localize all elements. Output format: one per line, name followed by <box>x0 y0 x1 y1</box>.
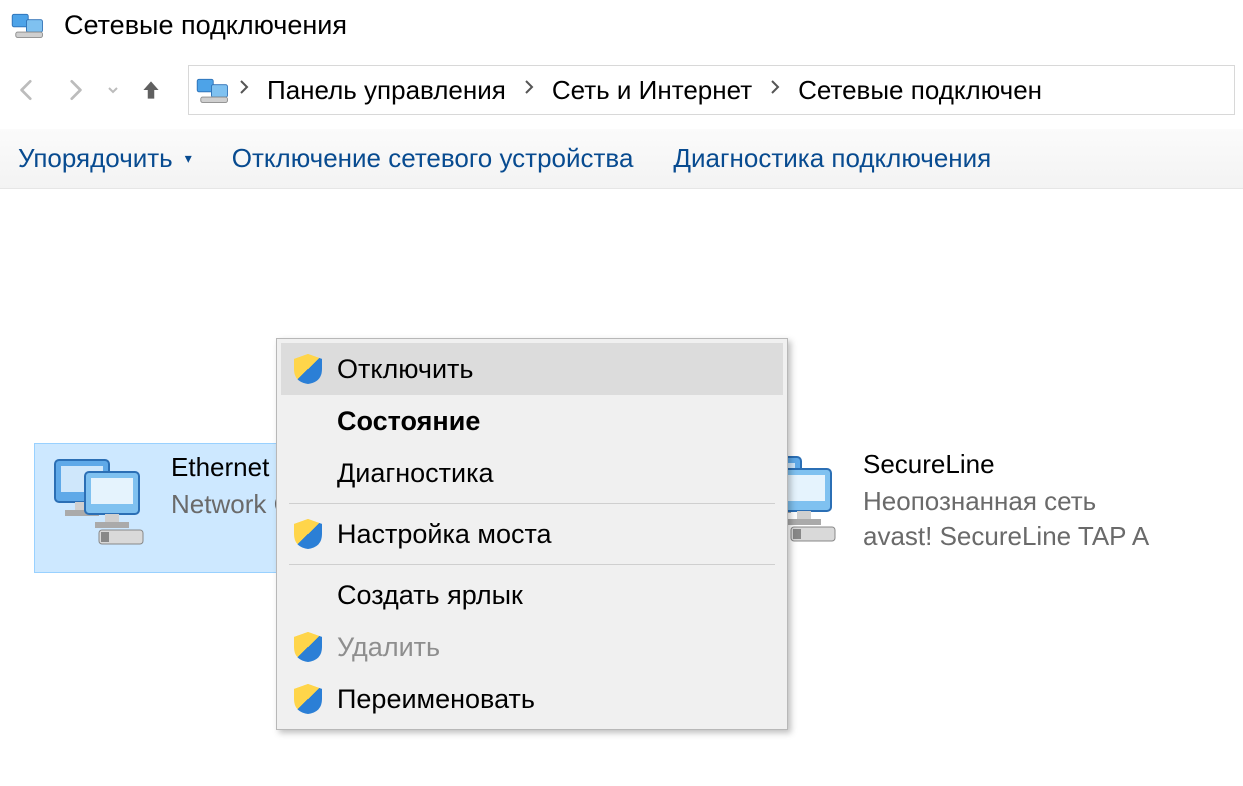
nav-history-dropdown[interactable] <box>104 71 122 109</box>
spacer-icon <box>293 406 323 436</box>
ctx-disable[interactable]: Отключить <box>281 343 783 395</box>
chevron-right-icon[interactable] <box>766 78 784 102</box>
toolbar-disable-device[interactable]: Отключение сетевого устройства <box>232 143 634 174</box>
window-title: Сетевые подключения <box>64 10 347 41</box>
ctx-label: Создать ярлык <box>337 580 523 611</box>
ctx-label: Удалить <box>337 632 440 663</box>
shield-icon <box>293 632 323 662</box>
shield-icon <box>293 519 323 549</box>
toolbar-disable-label: Отключение сетевого устройства <box>232 143 634 174</box>
spacer-icon <box>293 580 323 610</box>
nav-up-button[interactable] <box>132 71 170 109</box>
nav-row: Панель управления Сеть и Интернет Сетевы… <box>0 53 1243 129</box>
ctx-bridge[interactable]: Настройка моста <box>281 508 783 560</box>
toolbar-diagnose-label: Диагностика подключения <box>673 143 991 174</box>
ctx-delete: Удалить <box>281 621 783 673</box>
ctx-label: Переименовать <box>337 684 535 715</box>
spacer-icon <box>293 458 323 488</box>
connections-pane: Ethernet Network Connection SecureLine Н… <box>0 189 1243 205</box>
network-connections-icon <box>8 7 52 43</box>
nav-back-button[interactable] <box>8 71 46 109</box>
context-menu: Отключить Состояние Диагностика Настройк… <box>276 338 788 730</box>
chevron-right-icon[interactable] <box>520 78 538 102</box>
ctx-separator <box>289 503 775 504</box>
connection-item-secureline[interactable]: SecureLine Неопознанная сеть avast! Secu… <box>727 441 1243 571</box>
toolbar-organize-label: Упорядочить <box>18 143 173 174</box>
chevron-right-icon[interactable] <box>235 78 253 102</box>
ctx-status[interactable]: Состояние <box>281 395 783 447</box>
ctx-label: Отключить <box>337 354 473 385</box>
ctx-diagnostics[interactable]: Диагностика <box>281 447 783 499</box>
shield-icon <box>293 684 323 714</box>
address-bar-icon <box>195 73 235 107</box>
ctx-label: Состояние <box>337 406 480 437</box>
toolbar: Упорядочить ▾ Отключение сетевого устрой… <box>0 129 1243 189</box>
chevron-down-icon: ▾ <box>185 150 192 167</box>
connection-detail: avast! SecureLine TAP A <box>863 521 1149 552</box>
connection-status: Неопознанная сеть <box>863 486 1149 517</box>
ctx-label: Настройка моста <box>337 519 552 550</box>
address-bar[interactable]: Панель управления Сеть и Интернет Сетевы… <box>188 65 1235 115</box>
toolbar-organize[interactable]: Упорядочить ▾ <box>18 143 192 174</box>
ctx-create-shortcut[interactable]: Создать ярлык <box>281 569 783 621</box>
ctx-separator <box>289 564 775 565</box>
shield-icon <box>293 354 323 384</box>
network-adapter-icon <box>45 452 157 548</box>
breadcrumb-item[interactable]: Сетевые подключен <box>784 66 1056 114</box>
toolbar-diagnose[interactable]: Диагностика подключения <box>673 143 991 174</box>
window-titlebar: Сетевые подключения <box>0 0 1243 53</box>
connection-name: SecureLine <box>863 449 1149 480</box>
ctx-rename[interactable]: Переименовать <box>281 673 783 725</box>
breadcrumb-item[interactable]: Сеть и Интернет <box>538 66 766 114</box>
ctx-label: Диагностика <box>337 458 494 489</box>
breadcrumb-item[interactable]: Панель управления <box>253 66 520 114</box>
nav-forward-button[interactable] <box>56 71 94 109</box>
